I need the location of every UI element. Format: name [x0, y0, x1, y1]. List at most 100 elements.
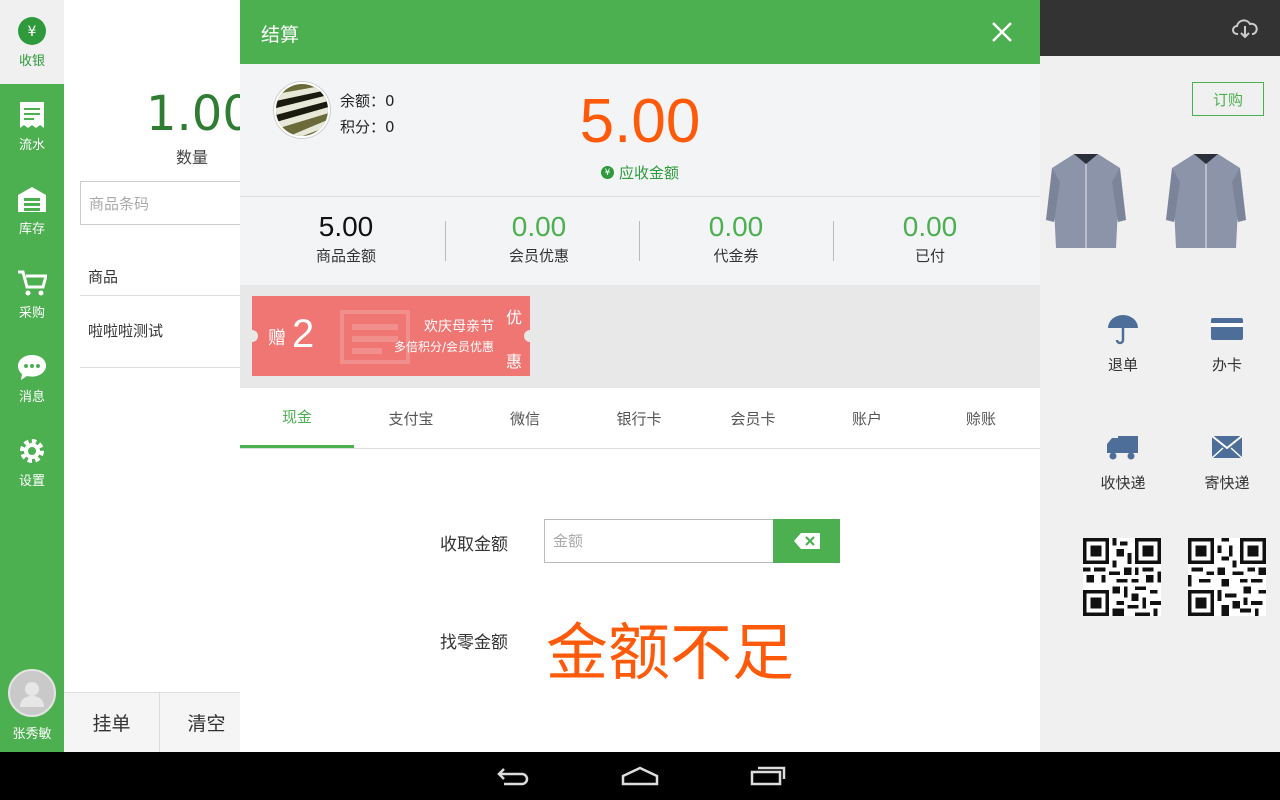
cart-icon: [18, 270, 47, 295]
coupon-subtitle: 多倍积分/会员优惠: [393, 340, 494, 354]
tile-label: 退单: [1107, 356, 1138, 374]
qr-code-image: [1083, 538, 1161, 616]
tile-label: 办卡: [1211, 356, 1242, 374]
left-nav: ¥ 收银 流水 库存 采购 消息 设置 张秀敏: [0, 0, 64, 752]
tab-account[interactable]: 账户: [810, 388, 924, 448]
nav-item-purchase[interactable]: 采购: [0, 252, 64, 336]
summary-label: 商品金额: [315, 247, 376, 265]
checkout-dialog: 结算 余额：0 积分：0 5.00 ¥ 应收金额 5.00 商品金额 0.00: [240, 0, 1040, 752]
send-express-tile[interactable]: 寄快递: [1182, 430, 1272, 500]
receivable-label-row: ¥ 应收金额: [540, 162, 740, 183]
qr-code-image: [1188, 538, 1266, 616]
product-column-header: 商品: [80, 258, 250, 296]
svg-text:¥: ¥: [28, 24, 37, 40]
promotion-coupon[interactable]: 赠 2 欢庆母亲节 多倍积分/会员优惠 优 惠: [252, 296, 530, 376]
recents-icon: [750, 766, 786, 786]
payment-tabs: 现金 支付宝 微信 银行卡 会员卡 账户 赊账: [240, 388, 1040, 449]
cart-total: 合计: ¥5.00: [88, 10, 171, 28]
user-name: 张秀敏: [12, 727, 52, 742]
cart-quantity: 数量: 1: [197, 10, 247, 28]
card-icon: [1211, 318, 1243, 340]
nav-item-label: 收银: [18, 53, 45, 69]
summary-value: 0.00: [511, 211, 567, 242]
back-icon: [497, 768, 529, 786]
receive-express-tile[interactable]: 收快递: [1078, 430, 1168, 500]
member-avatar[interactable]: [274, 82, 330, 138]
nav-item-flow[interactable]: 流水: [0, 84, 64, 168]
nav-item-messages[interactable]: 消息: [0, 336, 64, 420]
coupon-prefix: 赠: [268, 328, 286, 349]
receipt-icon: [20, 101, 44, 128]
user-profile[interactable]: 张秀敏: [0, 664, 64, 752]
tab-member-card[interactable]: 会员卡: [696, 388, 810, 448]
tab-wechat[interactable]: 微信: [468, 388, 582, 448]
message-icon: [18, 354, 46, 380]
barcode-input[interactable]: 商品条码: [80, 181, 250, 225]
product-shirt-image[interactable]: [1166, 150, 1246, 260]
coupon-side-top: 优: [505, 308, 522, 327]
avatar: [8, 669, 56, 717]
calendar-watermark-icon: [340, 310, 410, 364]
nav-item-cashier[interactable]: ¥ 收银: [0, 0, 64, 84]
tab-credit[interactable]: 赊账: [924, 388, 1038, 448]
recents-button[interactable]: [743, 760, 793, 792]
coupon-title: 欢庆母亲节: [424, 319, 494, 335]
tile-label: 寄快递: [1204, 474, 1250, 492]
back-button[interactable]: [487, 760, 537, 792]
tab-alipay[interactable]: 支付宝: [354, 388, 468, 448]
change-amount-label: 找零金额: [440, 633, 508, 653]
member-info: 余额：0 积分：0: [340, 88, 395, 140]
system-nav-bar: [0, 752, 1280, 800]
clear-input-button[interactable]: [773, 519, 840, 563]
change-status: 金额不足: [546, 616, 795, 689]
coupon-notch: [524, 330, 530, 342]
gear-icon: [20, 438, 44, 463]
coupon-notch: [252, 330, 258, 342]
received-amount-label: 收取金额: [440, 535, 508, 555]
summary-voucher: 0.00 代金券: [636, 211, 836, 266]
summary-goods-amount: 5.00 商品金额: [246, 211, 446, 266]
amount-summary: 5.00 商品金额 0.00 会员优惠 0.00 代金券 0.00 已付: [240, 197, 1040, 285]
order-button[interactable]: 订购: [1192, 82, 1264, 116]
umbrella-icon: [1108, 315, 1138, 345]
warehouse-icon: [18, 186, 46, 212]
nav-item-label: 采购: [18, 305, 45, 321]
product-shirt-image[interactable]: [1046, 150, 1126, 260]
nav-item-settings[interactable]: 设置: [0, 420, 64, 504]
member-points: 积分：0: [340, 118, 395, 136]
home-icon: [621, 766, 659, 786]
summary-member-discount: 0.00 会员优惠: [439, 211, 639, 266]
promotion-area: 赠 2 欢庆母亲节 多倍积分/会员优惠 优 惠: [240, 285, 1040, 388]
home-button[interactable]: [615, 760, 665, 792]
summary-label: 代金券: [713, 247, 759, 265]
summary-value: 0.00: [902, 211, 958, 242]
member-balance: 余额：0: [340, 92, 395, 110]
mailbox-icon: [1211, 435, 1243, 459]
close-icon[interactable]: [988, 18, 1016, 46]
quantity-caption: 数量: [176, 148, 209, 167]
dialog-title: 结算: [261, 24, 300, 46]
return-order-tile[interactable]: 退单: [1078, 312, 1168, 382]
quantity-display: 1.00: [146, 86, 253, 142]
received-amount-input[interactable]: [544, 519, 774, 563]
nav-item-label: 消息: [18, 389, 45, 405]
receivable-amount: 5.00: [579, 87, 701, 156]
issue-card-tile[interactable]: 办卡: [1182, 312, 1272, 382]
truck-icon: [1107, 436, 1138, 460]
backspace-icon: [793, 533, 820, 549]
summary-value: 0.00: [708, 211, 764, 242]
cart-row[interactable]: 啦啦啦测试: [80, 300, 250, 368]
cashier-icon: ¥: [18, 16, 46, 45]
member-section: 余额：0 积分：0 5.00 ¥ 应收金额: [240, 64, 1040, 197]
nav-item-label: 设置: [18, 473, 45, 489]
yen-icon: ¥: [600, 166, 614, 179]
tab-cash[interactable]: 现金: [240, 388, 354, 448]
summary-paid: 0.00 已付: [830, 211, 1030, 266]
coupon-number: 2: [292, 312, 315, 356]
receivable-label: 应收金额: [618, 164, 679, 182]
cloud-sync-icon[interactable]: [1232, 16, 1258, 44]
coupon-side-bottom: 惠: [505, 352, 522, 371]
nav-item-stock[interactable]: 库存: [0, 168, 64, 252]
tab-bank-card[interactable]: 银行卡: [582, 388, 696, 448]
hold-order-button[interactable]: 挂单: [64, 692, 160, 752]
